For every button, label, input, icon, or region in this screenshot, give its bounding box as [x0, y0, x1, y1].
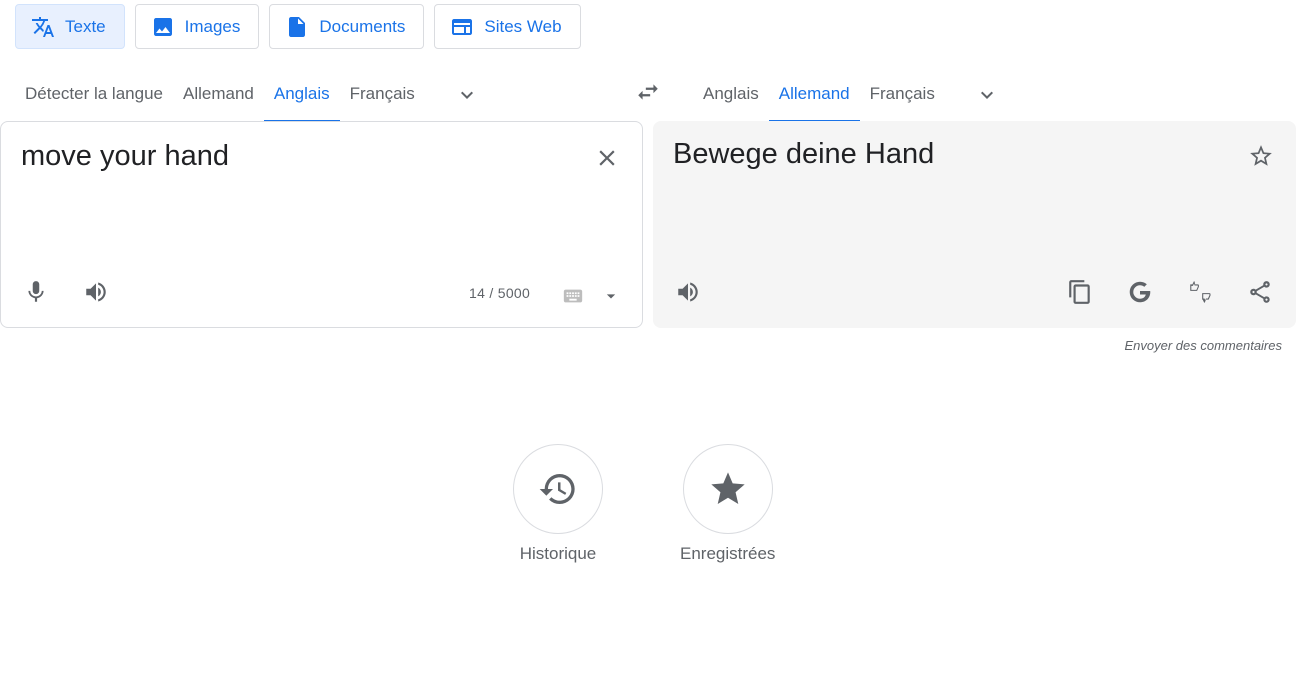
saved-button[interactable] — [682, 444, 773, 534]
mode-images-label: Images — [184, 16, 241, 36]
saved-shortcut[interactable]: Enregistrées — [680, 444, 775, 564]
source-lang-german[interactable]: Allemand — [173, 68, 264, 122]
mode-documents-button[interactable]: Documents — [269, 4, 425, 49]
voice-input-button[interactable] — [16, 272, 56, 312]
history-shortcut[interactable]: Historique — [513, 444, 603, 564]
image-icon — [153, 17, 172, 36]
mode-websites-button[interactable]: Sites Web — [434, 4, 581, 49]
target-lang-english[interactable]: Anglais — [693, 68, 769, 122]
share-icon — [1250, 281, 1270, 303]
share-translation-button[interactable] — [1240, 272, 1280, 312]
chevron-down-icon — [460, 91, 473, 99]
source-listen-button[interactable] — [76, 272, 116, 312]
rate-translation-button[interactable] — [1180, 272, 1220, 312]
history-button[interactable] — [513, 444, 603, 534]
source-lang-french[interactable]: Français — [340, 68, 425, 122]
target-lang-more-button[interactable] — [967, 68, 1007, 122]
save-translation-button[interactable] — [1241, 136, 1281, 176]
target-lang-french[interactable]: Français — [860, 68, 945, 122]
speaker-icon — [678, 282, 698, 302]
history-icon — [539, 474, 575, 504]
star-icon — [711, 472, 745, 504]
google-search-button[interactable] — [1120, 272, 1160, 312]
source-lang-english[interactable]: Anglais — [263, 68, 340, 122]
target-language-bar: Anglais Allemand Français — [693, 68, 1007, 122]
google-g-icon — [1129, 281, 1151, 303]
source-language-bar: Détecter la langue Allemand Anglais Fran… — [15, 68, 487, 122]
copy-icon — [1069, 280, 1090, 304]
source-lang-more-button[interactable] — [447, 68, 487, 122]
virtual-keyboard-button[interactable] — [561, 285, 621, 307]
mode-websites-label: Sites Web — [484, 16, 562, 36]
clear-source-button[interactable] — [587, 138, 627, 178]
thumbs-up-down-icon — [1190, 281, 1211, 303]
mode-documents-label: Documents — [319, 16, 406, 36]
source-panel: move your hand 14 / 5000 — [0, 121, 643, 328]
caret-down-icon — [606, 294, 616, 299]
target-listen-button[interactable] — [668, 272, 708, 312]
character-count: 14 / 5000 — [469, 285, 531, 301]
chevron-down-icon — [980, 91, 993, 99]
source-lang-detect[interactable]: Détecter la langue — [15, 68, 173, 122]
translate-icon — [32, 16, 54, 37]
speaker-icon — [86, 282, 106, 302]
swap-languages-button[interactable] — [628, 74, 668, 110]
saved-label: Enregistrées — [680, 544, 776, 563]
swap-icon — [638, 84, 658, 100]
microphone-icon — [28, 281, 44, 302]
copy-translation-button[interactable] — [1060, 272, 1100, 312]
translated-text: Bewege deine Hand — [673, 138, 935, 170]
star-outline-icon — [1250, 145, 1272, 166]
mode-images-button[interactable]: Images — [134, 4, 260, 49]
target-lang-german[interactable]: Allemand — [768, 68, 860, 122]
website-icon — [452, 18, 473, 35]
history-label: Historique — [519, 544, 597, 563]
mode-text-label: Texte — [65, 16, 106, 36]
mode-text-button[interactable]: Texte — [15, 4, 125, 49]
mode-bar: Texte Images Documents Sites Web — [15, 4, 581, 49]
document-icon — [289, 16, 306, 37]
keyboard-icon — [563, 289, 583, 303]
source-text-input[interactable]: move your hand — [21, 140, 229, 173]
target-panel: Bewege deine Hand — [653, 121, 1296, 328]
send-feedback-link[interactable]: Envoyer des commentaires — [1124, 338, 1282, 353]
close-icon — [599, 150, 615, 166]
